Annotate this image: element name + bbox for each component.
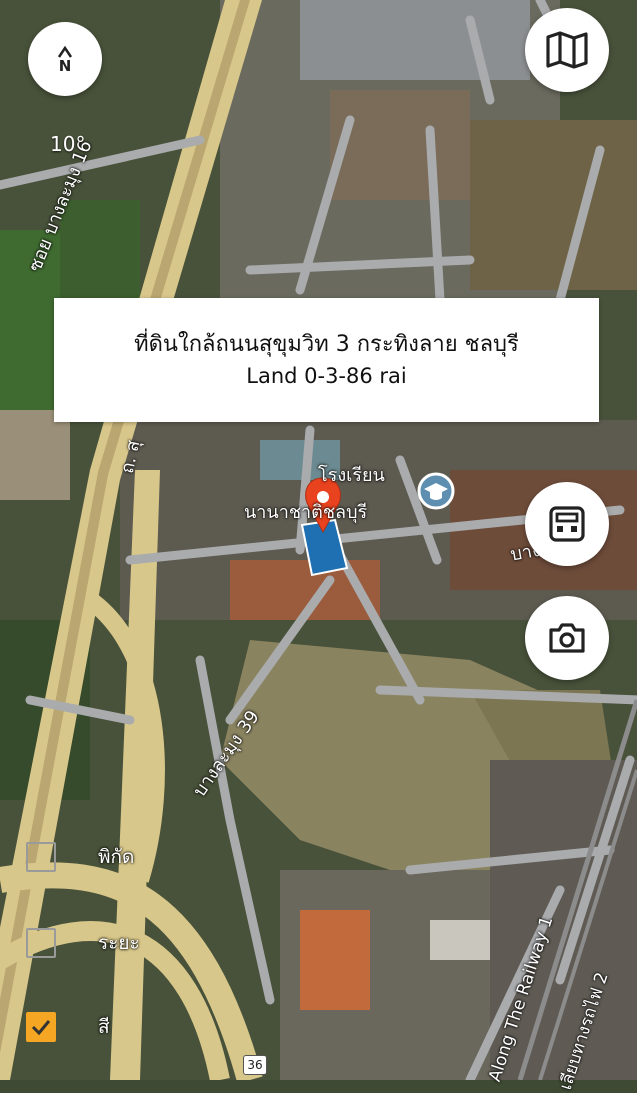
distance-checkbox[interactable] bbox=[26, 928, 56, 958]
route-number-badge: 36 bbox=[243, 1055, 267, 1075]
map-type-button[interactable] bbox=[525, 8, 609, 92]
layer-label: ระยะ bbox=[98, 932, 140, 954]
compass-north-label: N bbox=[58, 57, 72, 75]
coordinates-checkbox[interactable] bbox=[26, 842, 56, 872]
layer-label: พิกัด bbox=[98, 846, 135, 868]
camera-button[interactable] bbox=[525, 596, 609, 680]
color-checkbox[interactable] bbox=[26, 1012, 56, 1042]
calculator-button[interactable] bbox=[525, 482, 609, 566]
layer-toggle-coordinates[interactable]: พิกัด bbox=[26, 842, 134, 872]
layer-label: สี bbox=[98, 1016, 110, 1038]
camera-icon bbox=[549, 623, 585, 653]
map-label-school-1: โรงเรียน bbox=[318, 465, 385, 486]
layer-toggle-color[interactable]: สี bbox=[26, 1012, 110, 1042]
property-info-card[interactable]: ที่ดินใกล้ถนนสุขุมวิท 3 กระทิงลาย ชลบุรี… bbox=[54, 298, 599, 422]
tilt-angle: 10° bbox=[50, 132, 86, 156]
property-size: Land 0-3-86 rai bbox=[246, 364, 407, 388]
compass-button[interactable]: N bbox=[28, 22, 102, 96]
checkmark-icon bbox=[31, 1020, 51, 1036]
map-icon bbox=[546, 31, 588, 69]
layer-toggle-distance[interactable]: ระยะ bbox=[26, 928, 140, 958]
property-title: ที่ดินใกล้ถนนสุขุมวิท 3 กระทิงลาย ชลบุรี bbox=[134, 332, 519, 357]
calculator-icon bbox=[549, 506, 585, 542]
map-label-school-2: นานาชาติชลบุรี bbox=[244, 502, 368, 523]
